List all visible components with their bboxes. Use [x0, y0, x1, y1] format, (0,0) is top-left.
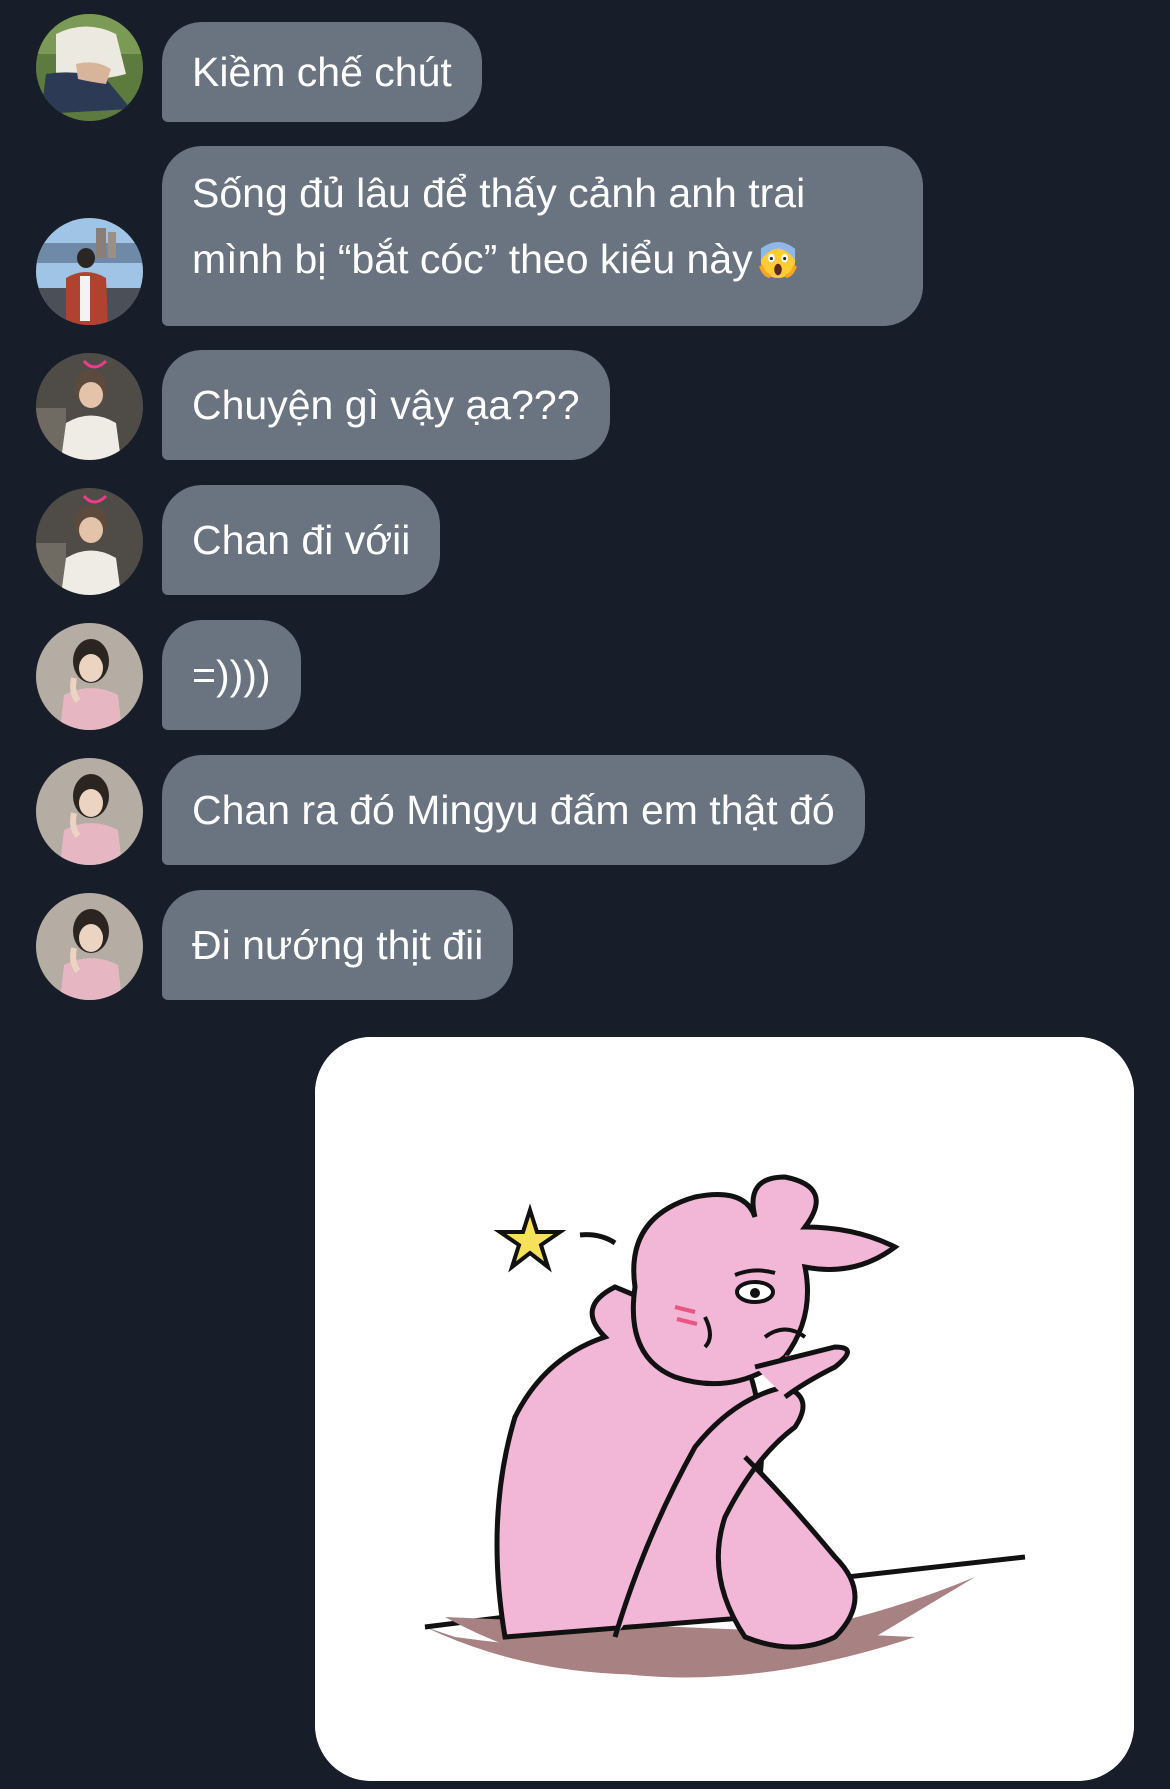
- avatar[interactable]: [36, 893, 143, 1000]
- message-text: Chuyện gì vậy ạa???: [192, 382, 580, 428]
- pink-bunny-sticker: [315, 1037, 1134, 1781]
- message-bubble[interactable]: Chan ra đó Mingyu đấm em thật đó: [162, 755, 865, 865]
- avatar[interactable]: [36, 14, 143, 121]
- sticker-message[interactable]: [315, 1037, 1134, 1781]
- avatar[interactable]: [36, 758, 143, 865]
- message-text: mình bị “bắt cóc” theo kiểu này: [192, 236, 753, 282]
- message-bubble[interactable]: Sống đủ lâu để thấy cảnh anh trai mình b…: [162, 146, 923, 326]
- chat-thread: Kiềm chế chút Sống đủ lâu để thấy cảnh a…: [0, 0, 1170, 1789]
- message-bubble[interactable]: =)))): [162, 620, 301, 730]
- message-bubble[interactable]: Kiềm chế chút: [162, 22, 482, 122]
- message-bubble[interactable]: Chan đi vớii: [162, 485, 441, 595]
- avatar[interactable]: [36, 353, 143, 460]
- face-screaming-in-fear-icon: [758, 241, 797, 279]
- message-text: Chan ra đó Mingyu đấm em thật đó: [192, 787, 835, 833]
- message-text-line-1: Sống đủ lâu để thấy cảnh anh trai: [192, 170, 806, 216]
- avatar[interactable]: [36, 623, 143, 730]
- avatar[interactable]: [36, 218, 143, 325]
- message-bubble[interactable]: Chuyện gì vậy ạa???: [162, 350, 610, 460]
- message-bubble[interactable]: Đi nướng thịt đii: [162, 890, 514, 1000]
- message-text-line-2: mình bị “bắt cóc” theo kiểu này: [192, 226, 893, 292]
- message-text: Kiềm chế chút: [192, 49, 452, 95]
- avatar[interactable]: [36, 488, 143, 595]
- message-text: Đi nướng thịt đii: [192, 922, 484, 968]
- message-text: =)))): [192, 652, 271, 698]
- message-text: Chan đi vớii: [192, 517, 411, 563]
